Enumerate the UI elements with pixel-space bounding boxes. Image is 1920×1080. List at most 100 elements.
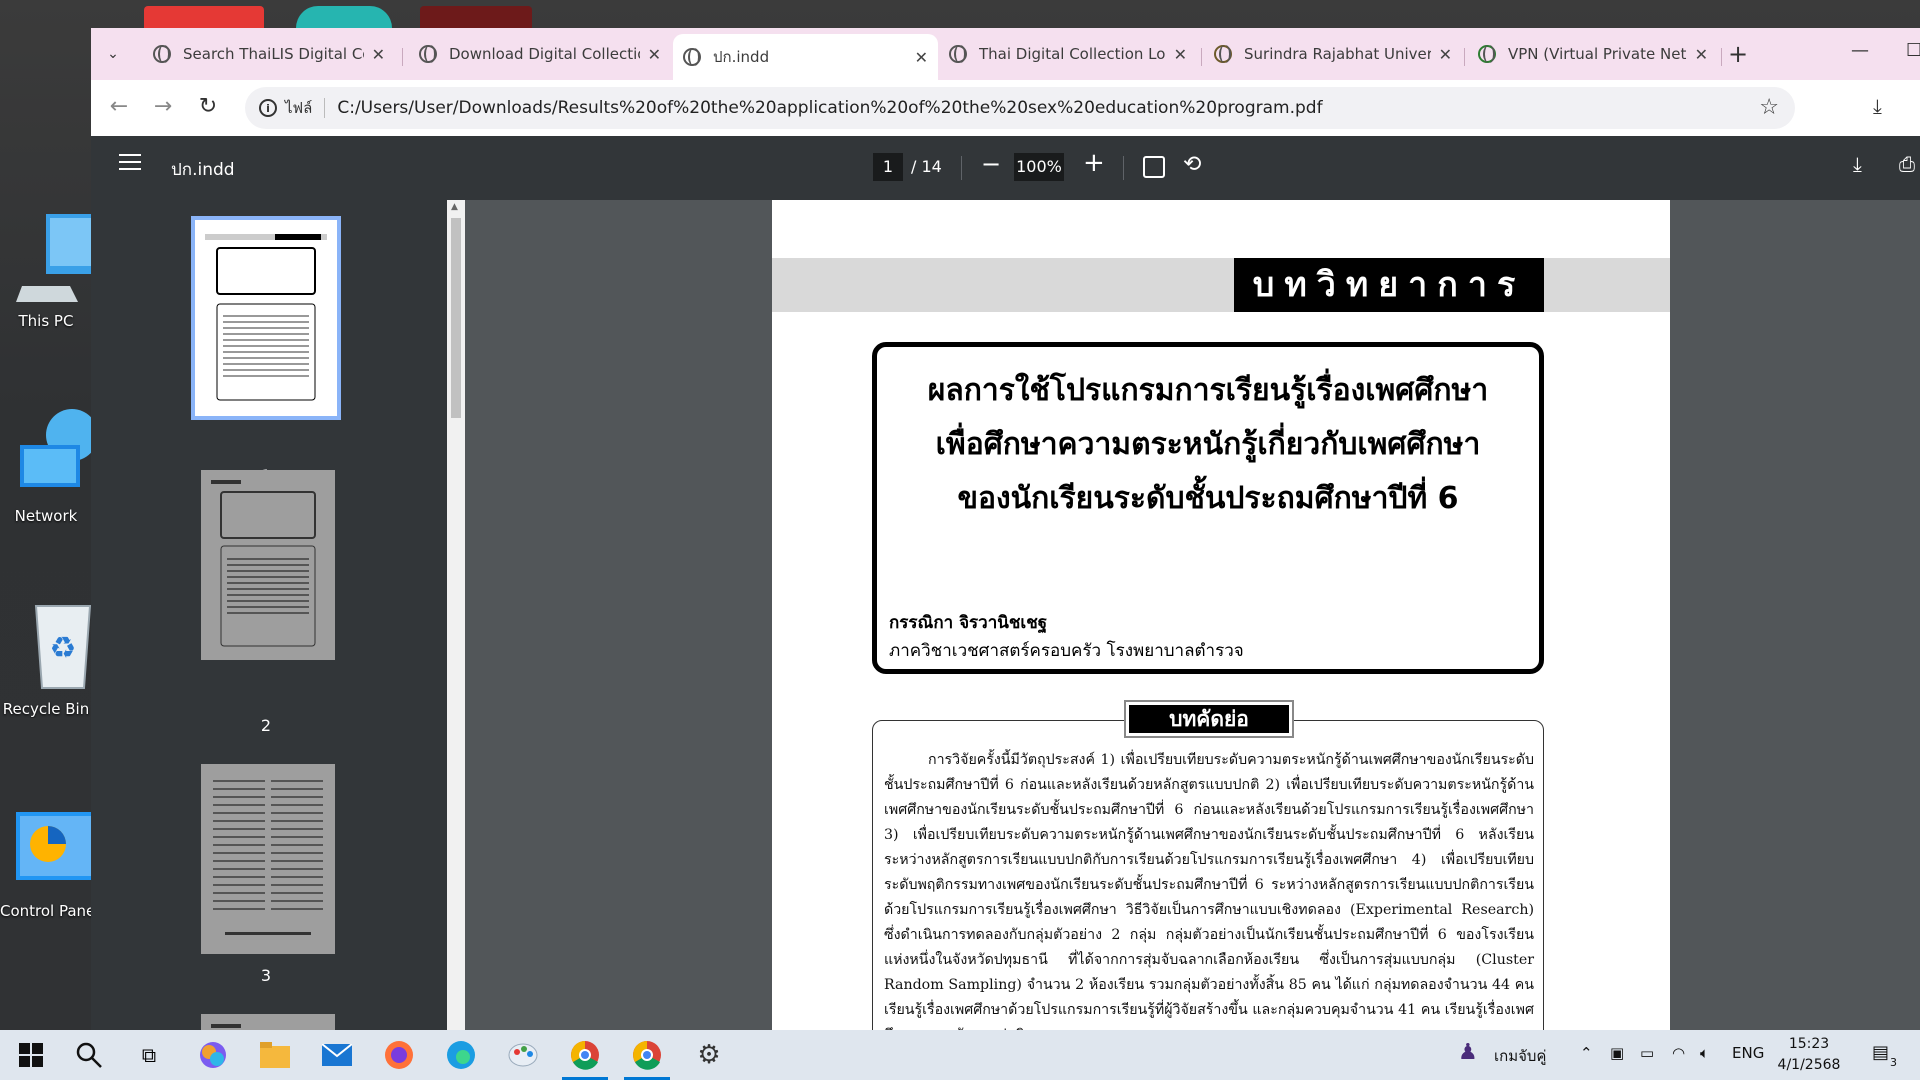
abstract-paragraph: การวิจัยครั้งนี้มีวัตถุประสงค์ 1) เพื่อเ… [884, 752, 1534, 1030]
edge-glyph [447, 1041, 475, 1069]
tab-search-thailis[interactable]: Search ThaiLIS Digital Colle ✕ [143, 36, 395, 72]
toolbar-divider [1123, 156, 1124, 180]
scroll-up-icon[interactable]: ▲ [451, 202, 458, 212]
close-icon[interactable]: ✕ [1695, 45, 1708, 64]
tab-divider [1201, 48, 1202, 66]
peek-maroon [420, 6, 532, 28]
pdf-download-icon[interactable]: ⤓ [1853, 152, 1862, 176]
tab-divider [1464, 48, 1465, 66]
firefox-icon[interactable] [382, 1038, 416, 1072]
pdf-viewer[interactable]: บทวิทยาการ ผลการใช้โปรแกรมการเรียนรู้เรื… [465, 200, 1920, 1030]
folder-glyph [260, 1042, 290, 1068]
globe-icon [419, 45, 437, 63]
paint-icon[interactable] [506, 1038, 540, 1072]
svg-text:♻: ♻ [50, 631, 77, 666]
close-icon[interactable]: ✕ [915, 48, 928, 67]
close-icon[interactable]: ✕ [648, 45, 661, 64]
start-button[interactable] [14, 1038, 48, 1072]
sidebar-scrollbar[interactable]: ▲ [447, 200, 465, 1030]
back-arrow-icon[interactable]: ← [105, 94, 133, 119]
site-info-icon[interactable]: i [259, 99, 277, 117]
zoom-level-input[interactable]: 100% [1014, 153, 1064, 181]
close-icon[interactable]: ✕ [1439, 45, 1452, 64]
downloads-icon[interactable]: ⤓ [1873, 94, 1882, 118]
task-view-icon[interactable]: ⧉ [132, 1038, 166, 1072]
page-thumbnail[interactable] [201, 470, 335, 660]
tab-title: Search ThaiLIS Digital Colle [183, 45, 364, 63]
thumbnail-preview [205, 234, 327, 401]
bookmark-star-icon[interactable]: ☆ [1759, 95, 1779, 120]
tab-surindra-rajabhat[interactable]: Surindra Rajabhat Universi ✕ [1204, 36, 1462, 72]
globe-icon [683, 48, 701, 66]
tab-pdf-active[interactable]: ปก.indd ✕ [673, 34, 938, 80]
zoom-in-icon[interactable]: + [1083, 148, 1105, 178]
search-icon[interactable] [72, 1038, 106, 1072]
settings-gear-icon[interactable]: ⚙ [692, 1038, 726, 1072]
tray-widget-text[interactable]: เกมจับคู่ [1494, 1044, 1546, 1068]
scrollbar-thumb[interactable] [451, 218, 461, 418]
copilot-icon[interactable] [196, 1038, 230, 1072]
section-label: บทวิทยาการ [1234, 258, 1544, 312]
browser-window: ⌄ Search ThaiLIS Digital Colle ✕ Downloa… [91, 28, 1920, 1054]
desktop-icon-control-panel[interactable]: Control Panel [0, 800, 96, 920]
tab-title: VPN (Virtual Private Netwo [1508, 45, 1687, 63]
abstract-body: การวิจัยครั้งนี้มีวัตถุประสงค์ 1) เพื่อเ… [884, 748, 1534, 1030]
widget-icon[interactable]: ♟ [1458, 1040, 1478, 1065]
pdf-toolbar: ปก.indd 1 / 14 − 100% + ⟲ ⤓ ⎙ [91, 136, 1920, 200]
new-tab-button[interactable]: + [1728, 40, 1748, 68]
desktop-icon-network[interactable]: Network [0, 405, 98, 525]
desktop-icon-this-pc[interactable]: This PC [0, 210, 96, 330]
article-title-line: ของนักเรียนระดับชั้นประถมศึกษาปีที่ 6 [957, 481, 1459, 516]
clock[interactable]: 15:23 4/1/2568 [1764, 1034, 1854, 1076]
title-box: ผลการใช้โปรแกรมการเรียนรู้เรื่องเพศศึกษา… [872, 342, 1544, 674]
abstract-heading-text: บทคัดย่อ [1129, 705, 1289, 733]
article-title-line: เพื่อศึกษาความตระหนักรู้เกี่ยวกับเพศศึกษ… [935, 427, 1481, 462]
recycle-bin-icon: ♻ [34, 605, 92, 689]
wifi-icon[interactable]: ◠ [1672, 1044, 1685, 1062]
battery-icon[interactable]: ▭ [1640, 1044, 1654, 1062]
reload-icon[interactable]: ↻ [194, 94, 222, 119]
meet-now-icon[interactable]: ▣ [1610, 1044, 1624, 1062]
pdf-document-title: ปก.indd [171, 160, 235, 180]
zoom-out-icon[interactable]: − [981, 150, 1001, 178]
close-icon[interactable]: ✕ [1174, 45, 1187, 64]
author-name: กรรณิกา จิรวานิชเชฐ [889, 613, 1048, 633]
forward-arrow-icon[interactable]: → [149, 94, 177, 119]
sidebar-menu-icon[interactable] [119, 154, 141, 172]
tab-vpn[interactable]: VPN (Virtual Private Netwo ✕ [1468, 36, 1718, 72]
tab-download-digital-collection[interactable]: Download Digital Collectio ✕ [409, 36, 671, 72]
page-number-input[interactable]: 1 [873, 153, 903, 181]
scheme-label: ไฟล์ [285, 99, 313, 117]
chevron-up-icon[interactable]: ⌃ [1580, 1044, 1593, 1062]
volume-icon[interactable]: 🔈︎ [1700, 1044, 1709, 1062]
maximize-icon[interactable]: ☐ [1906, 40, 1920, 61]
desktop-icon-recycle-bin[interactable]: ♻ Recycle Bin [0, 598, 92, 718]
tab-search-button[interactable]: ⌄ [99, 40, 127, 68]
mail-icon[interactable] [320, 1038, 354, 1072]
tab-title: Surindra Rajabhat Universi [1244, 45, 1431, 63]
rotate-icon[interactable]: ⟲ [1183, 152, 1201, 177]
computer-icon [16, 214, 96, 302]
fit-to-page-icon[interactable] [1143, 156, 1165, 178]
page-thumbnail[interactable] [191, 216, 341, 420]
desktop-icon-label: This PC [18, 312, 74, 330]
language-indicator[interactable]: ENG [1732, 1044, 1764, 1062]
author-affiliation: ภาควิชาเวชศาสตร์ครอบครัว โรงพยาบาลตำรวจ [889, 641, 1244, 661]
address-bar[interactable]: i ไฟล์ C:/Users/User/Downloads/Results%2… [245, 87, 1795, 129]
minimize-icon[interactable]: — [1851, 40, 1869, 61]
chrome-profile-2-icon[interactable] [624, 1038, 670, 1080]
chrome-profile-1-icon[interactable] [562, 1038, 608, 1080]
page-thumbnail[interactable] [201, 764, 335, 954]
article-title-line: ผลการใช้โปรแกรมการเรียนรู้เรื่องเพศศึกษา [927, 373, 1489, 408]
tab-thai-digital-collection-login[interactable]: Thai Digital Collection Log ✕ [939, 36, 1197, 72]
abstract-heading: บทคัดย่อ [1124, 700, 1294, 738]
url-text[interactable]: C:/Users/User/Downloads/Results%20of%20t… [337, 98, 1322, 118]
print-icon[interactable]: ⎙ [1899, 152, 1915, 176]
clock-date: 4/1/2568 [1777, 1057, 1841, 1073]
edge-icon[interactable] [444, 1038, 478, 1072]
file-explorer-icon[interactable] [258, 1038, 292, 1072]
university-logo-icon [1214, 45, 1232, 63]
close-icon[interactable]: ✕ [372, 45, 385, 64]
tab-title: ปก.indd [713, 48, 770, 66]
notifications-icon[interactable]: ▤ [1872, 1042, 1889, 1063]
